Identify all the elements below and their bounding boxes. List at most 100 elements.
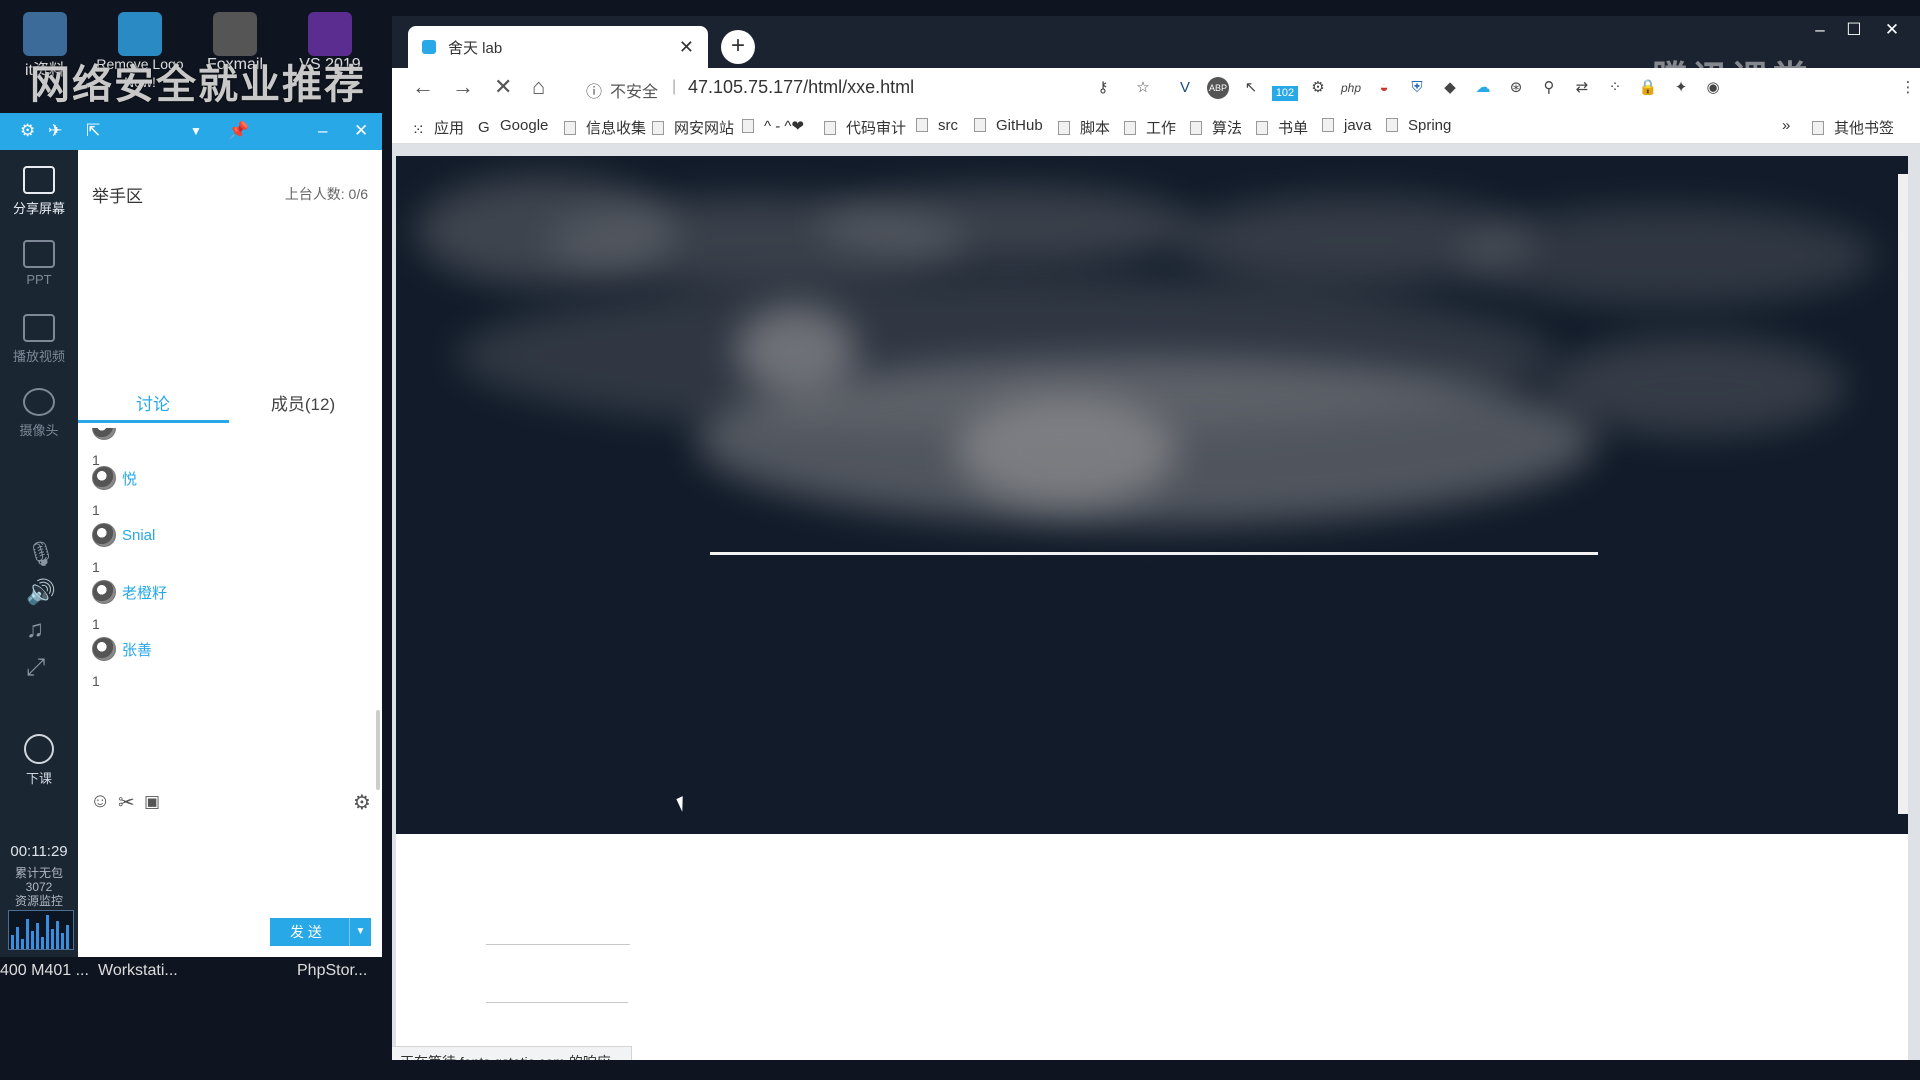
close-icon[interactable]: ✕ bbox=[354, 121, 368, 141]
google-icon: G bbox=[478, 119, 490, 136]
classroom-tool-rail: 分享屏幕 PPT 播放视频 摄像头 🎙 🔊 ♫ ⤢ 下课 00:11:29 累计… bbox=[0, 150, 78, 957]
chat-sender[interactable]: 张善 bbox=[122, 639, 152, 660]
bookmark-item[interactable]: 书单 bbox=[1256, 117, 1308, 138]
folder-icon bbox=[564, 121, 576, 135]
menu-icon[interactable]: ⋮ bbox=[1897, 77, 1919, 99]
tab-members[interactable]: 成员(12) bbox=[228, 390, 378, 415]
diamond-icon[interactable]: ◆ bbox=[1439, 77, 1461, 99]
gear-icon[interactable]: ⚙ bbox=[353, 790, 371, 815]
new-tab-button[interactable]: + bbox=[721, 30, 755, 64]
bookmark-star-icon[interactable]: ☆ bbox=[1132, 77, 1154, 99]
chevron-down-icon[interactable]: ▼ bbox=[349, 918, 371, 946]
chat-sender[interactable]: 悦 bbox=[122, 468, 137, 489]
tab-discussion[interactable]: 讨论 bbox=[78, 390, 228, 415]
close-tab-icon[interactable]: ✕ bbox=[679, 37, 694, 58]
more-bookmarks-button[interactable]: » bbox=[1782, 117, 1790, 134]
php-icon[interactable]: php bbox=[1340, 77, 1362, 99]
avatar bbox=[92, 466, 116, 490]
share-out-icon[interactable]: ⇱ bbox=[86, 121, 100, 141]
share-screen-button[interactable]: 分享屏幕 bbox=[0, 166, 78, 217]
folder-icon bbox=[1812, 121, 1824, 135]
translate-icon[interactable]: ⊛ bbox=[1505, 77, 1527, 99]
other-bookmarks[interactable]: 其他书签 bbox=[1812, 117, 1894, 138]
bookmark-item[interactable]: 代码审计 bbox=[824, 117, 906, 138]
hand-raise-title: 举手区 bbox=[92, 187, 143, 206]
bookmark-item[interactable]: src bbox=[916, 117, 958, 134]
settings-gear-icon[interactable]: ⚙ bbox=[20, 121, 35, 141]
forward-icon[interactable]: → bbox=[452, 74, 474, 100]
page-viewport bbox=[396, 156, 1908, 1060]
bookmark-item[interactable]: 信息收集 bbox=[564, 117, 646, 138]
desktop-taskbar-labels: 400 M401 ... Workstati... PhpStor... bbox=[0, 962, 390, 986]
stop-loading-icon[interactable]: ✕ bbox=[494, 74, 512, 100]
taskbar-item[interactable]: 400 M401 ... bbox=[0, 962, 89, 980]
adblock-icon[interactable]: ABP bbox=[1207, 77, 1229, 99]
extension-v-icon[interactable]: V bbox=[1174, 77, 1196, 99]
chat-message: 老橙籽 1 bbox=[92, 580, 167, 632]
chat-text: 1 bbox=[92, 673, 100, 689]
chat-message: 1 bbox=[92, 428, 122, 468]
bookmark-item[interactable]: ⁙ 应用 bbox=[412, 117, 464, 139]
lock-icon[interactable]: 🔒 bbox=[1637, 77, 1659, 99]
minimize-icon[interactable]: – bbox=[318, 121, 327, 141]
fullscreen-icon[interactable]: ⤢ bbox=[26, 654, 45, 682]
home-icon[interactable]: ⌂ bbox=[532, 74, 545, 100]
chevron-down-icon[interactable]: ▼ bbox=[190, 124, 202, 138]
puzzle-icon[interactable]: ✦ bbox=[1670, 77, 1692, 99]
watermark-title: 网络安全就业推荐 bbox=[30, 62, 366, 108]
resource-monitor-label: 资源监控 bbox=[14, 894, 63, 908]
taskbar-item[interactable]: Workstati... bbox=[98, 962, 178, 980]
emoji-icon[interactable]: ☺ bbox=[90, 790, 110, 813]
search-extension-icon[interactable]: ⚲ bbox=[1538, 77, 1560, 99]
bookmark-item[interactable]: java bbox=[1322, 117, 1372, 134]
chat-sender[interactable]: Snial bbox=[122, 527, 155, 544]
end-class-button[interactable]: 下课 bbox=[0, 734, 78, 787]
bookmark-item[interactable]: 算法 bbox=[1190, 117, 1242, 138]
extension-gear-icon[interactable]: ⚙ bbox=[1307, 77, 1329, 99]
shield-icon[interactable]: ⛨ bbox=[1406, 77, 1428, 99]
page-scrollbar[interactable] bbox=[1898, 174, 1908, 814]
cursor-extension-icon[interactable]: ↖ bbox=[1240, 77, 1262, 99]
foxmail-icon bbox=[213, 12, 257, 56]
back-icon[interactable]: ← bbox=[412, 74, 434, 100]
chat-list: 1 悦 1 Snial 1 老橙籽 1 张善 1 bbox=[78, 428, 382, 768]
camera-button[interactable]: 摄像头 bbox=[0, 388, 78, 439]
security-status[interactable]: 不安全 bbox=[610, 78, 658, 102]
image-icon[interactable]: ▣ bbox=[144, 792, 160, 812]
send-label: 发 送 bbox=[290, 924, 322, 940]
ppt-icon bbox=[23, 240, 55, 268]
extension-badge[interactable]: 102 bbox=[1272, 86, 1298, 101]
bookmark-item[interactable]: ^ - ^❤ bbox=[742, 117, 804, 135]
send-plane-icon[interactable]: ✈ bbox=[48, 121, 62, 141]
bookmark-item[interactable]: 脚本 bbox=[1058, 117, 1110, 138]
send-button[interactable]: 发 送 ▼ bbox=[270, 918, 371, 946]
mouse-cursor-icon bbox=[676, 796, 689, 812]
microphone-icon[interactable]: 🎙 bbox=[26, 540, 56, 569]
taskbar-item[interactable]: PhpStor... bbox=[297, 962, 367, 980]
play-video-button[interactable]: 播放视频 bbox=[0, 314, 78, 365]
folder-icon bbox=[652, 121, 664, 135]
bookmark-item[interactable]: G Google bbox=[478, 117, 548, 136]
browser-tab[interactable]: 舍天 lab ✕ bbox=[408, 26, 708, 68]
profile-icon[interactable]: ◉ bbox=[1702, 77, 1724, 99]
info-icon[interactable]: ⓘ bbox=[586, 78, 602, 102]
bookmark-item[interactable]: 网安网站 bbox=[652, 117, 734, 138]
music-icon[interactable]: ♫ bbox=[26, 616, 44, 644]
chat-scrollbar[interactable] bbox=[376, 710, 380, 790]
bookmark-item[interactable]: 工作 bbox=[1124, 117, 1176, 138]
dots-icon[interactable]: ⁘ bbox=[1604, 77, 1626, 99]
arrows-icon[interactable]: ⇄ bbox=[1571, 77, 1593, 99]
pocket-icon[interactable]: ◒ bbox=[1373, 77, 1395, 99]
close-window-icon[interactable]: ✕ bbox=[1870, 16, 1914, 46]
address-bar[interactable]: 47.105.75.177/html/xxe.html bbox=[688, 77, 914, 98]
scissors-icon[interactable]: ✂ bbox=[118, 790, 135, 815]
cloud-icon[interactable]: ☁ bbox=[1472, 77, 1494, 99]
speaker-icon[interactable]: 🔊 bbox=[26, 578, 56, 607]
chat-sender[interactable]: 老橙籽 bbox=[122, 582, 167, 603]
pin-icon[interactable]: 📌 bbox=[228, 121, 249, 141]
key-icon[interactable]: ⚷ bbox=[1092, 77, 1114, 99]
ppt-button[interactable]: PPT bbox=[0, 240, 78, 287]
bookmark-item[interactable]: GitHub bbox=[974, 117, 1043, 134]
bookmark-item[interactable]: Spring bbox=[1386, 117, 1451, 134]
chat-message: 张善 1 bbox=[92, 637, 152, 689]
